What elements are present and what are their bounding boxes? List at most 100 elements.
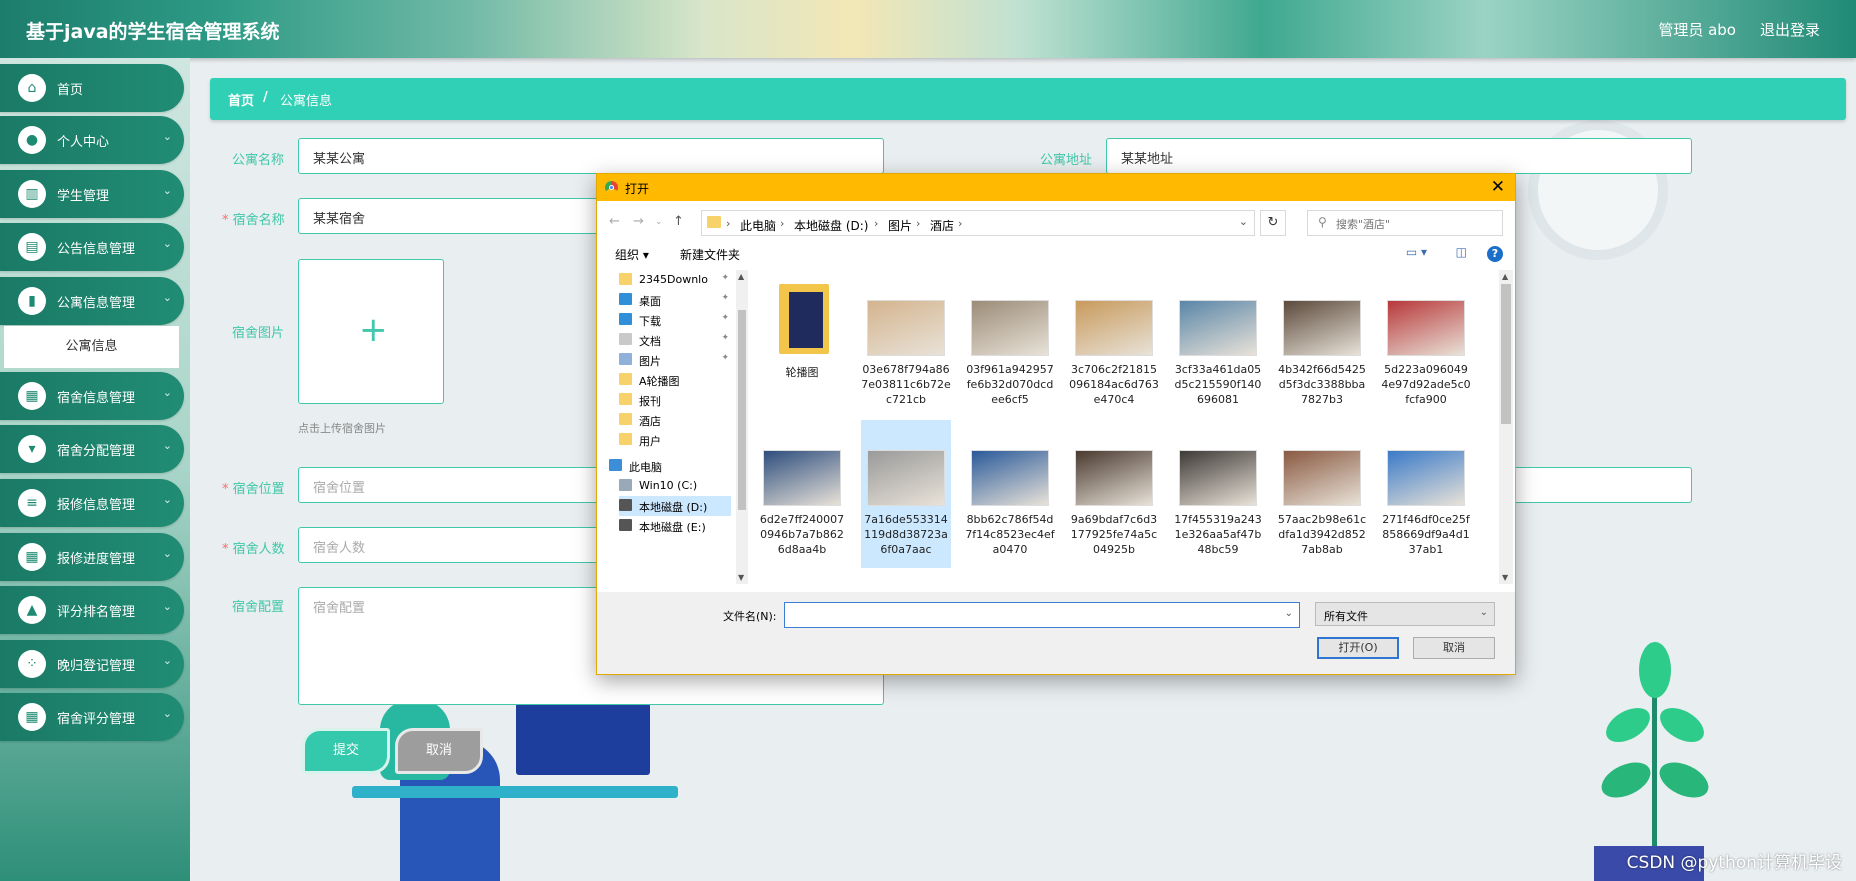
file-type-select[interactable]: 所有文件 ⌄: [1315, 602, 1495, 626]
tree-item-label: 此电脑: [629, 461, 662, 474]
recent-chevron-icon[interactable]: ⌄: [655, 217, 663, 227]
grid-icon: ▦: [18, 382, 46, 410]
tree-item[interactable]: 图片 ✦: [619, 350, 731, 370]
new-folder-button[interactable]: 新建文件夹: [680, 246, 740, 263]
file-name: 3c706c2f21815096184ac6d763e470c4: [1069, 363, 1159, 406]
sidebar-item-0[interactable]: ⌂ 首页: [0, 64, 184, 112]
forward-arrow-icon[interactable]: →: [633, 214, 644, 229]
file-item[interactable]: 4b342f66d5425d5f3dc3388bba7827b3: [1277, 270, 1367, 418]
tree-item[interactable]: A轮播图: [619, 370, 731, 390]
file-item[interactable]: 3c706c2f21815096184ac6d763e470c4: [1069, 270, 1159, 418]
book-icon: ▮: [18, 287, 46, 315]
tree-item[interactable]: 报刊: [619, 390, 731, 410]
sidebar-item-7[interactable]: ≡ 报修信息管理 ⌄: [0, 479, 184, 527]
tree-item[interactable]: 本地磁盘 (D:): [619, 496, 731, 516]
file-item[interactable]: 57aac2b98e61cdfa1d3942d8527ab8ab: [1277, 420, 1367, 568]
folder-item[interactable]: 轮播图: [757, 270, 847, 418]
up-arrow-icon[interactable]: ↑: [673, 214, 684, 229]
apartment-name-input[interactable]: 某某公寓: [298, 138, 884, 174]
apartment-address-input[interactable]: 某某地址: [1106, 138, 1692, 174]
breadcrumb-home[interactable]: 首页: [228, 90, 254, 109]
folder-icon: [619, 313, 632, 325]
tree-item[interactable]: 文档 ✦: [619, 330, 731, 350]
path-hotel[interactable]: 酒店: [930, 217, 954, 234]
sidebar-item-1[interactable]: ● 个人中心 ⌄: [0, 116, 184, 164]
scroll-thumb[interactable]: [1501, 284, 1511, 424]
sidebar-item-6[interactable]: ▾ 宿舍分配管理 ⌄: [0, 425, 184, 473]
filename-input[interactable]: ⌄: [784, 602, 1300, 628]
chevron-down-icon[interactable]: ⌄: [1239, 215, 1248, 228]
folder-name: 轮播图: [785, 366, 819, 379]
scroll-down-icon[interactable]: ▼: [1502, 573, 1508, 582]
chevron-right-icon: ›: [726, 217, 731, 230]
back-arrow-icon[interactable]: ←: [609, 214, 620, 229]
sidebar-item-5[interactable]: ▦ 宿舍信息管理 ⌄: [0, 372, 184, 420]
sidebar-item-10[interactable]: ⁘ 晚归登记管理 ⌄: [0, 640, 184, 688]
address-bar[interactable]: › 此电脑 › 本地磁盘 (D:) › 图片 › 酒店 › ⌄: [701, 210, 1255, 236]
path-drive-d[interactable]: 本地磁盘 (D:): [794, 217, 868, 234]
tree-item[interactable]: 下载 ✦: [619, 310, 731, 330]
dialog-titlebar[interactable]: 打开 ✕: [597, 174, 1515, 201]
path-pictures[interactable]: 图片: [888, 217, 912, 234]
tree-item[interactable]: 用户: [619, 430, 731, 450]
scroll-up-icon[interactable]: ▲: [738, 272, 744, 281]
logout-link[interactable]: 退出登录: [1760, 19, 1820, 40]
thumb-icon: ▲: [18, 596, 46, 624]
search-box[interactable]: ⚲: [1307, 210, 1503, 236]
dorm-image-label: 宿舍图片: [232, 326, 285, 341]
tree-item[interactable]: 2345Downlo ✦: [619, 270, 731, 290]
tree-item[interactable]: 此电脑: [609, 456, 721, 476]
sidebar-item-11[interactable]: ▦ 宿舍评分管理 ⌄: [0, 693, 184, 741]
file-name: 8bb62c786f54d7f14c8523ec4efa0470: [965, 513, 1055, 556]
folder-icon: [619, 499, 632, 511]
file-name: 9a69bdaf7c6d3177925fe74a5c04925b: [1070, 513, 1158, 556]
tree-item[interactable]: Win10 (C:): [619, 476, 731, 496]
folder-icon: [707, 216, 721, 228]
file-item[interactable]: 5d223a0960494e97d92ade5c0fcfa900: [1381, 270, 1471, 418]
scroll-up-icon[interactable]: ▲: [1502, 272, 1508, 281]
file-item[interactable]: 17f455319a2431e326aa5af47b48bc59: [1173, 420, 1263, 568]
close-icon[interactable]: ✕: [1491, 177, 1505, 197]
sidebar-item-3[interactable]: ▤ 公告信息管理 ⌄: [0, 223, 184, 271]
submit-button[interactable]: 提交: [302, 728, 390, 774]
refresh-icon[interactable]: ↻: [1260, 210, 1286, 236]
file-item[interactable]: 271f46df0ce25f858669df9a4d137ab1: [1381, 420, 1471, 568]
preview-pane-icon[interactable]: ◫: [1456, 245, 1467, 259]
folder-icon: [609, 459, 622, 471]
tree-item[interactable]: 桌面 ✦: [619, 290, 731, 310]
sidebar-item-8[interactable]: ▦ 报修进度管理 ⌄: [0, 533, 184, 581]
file-name: 17f455319a2431e326aa5af47b48bc59: [1174, 513, 1262, 556]
file-scrollbar[interactable]: ▲ ▼: [1499, 270, 1513, 584]
image-thumbnail: [867, 450, 945, 506]
search-input[interactable]: [1334, 214, 1498, 234]
sidebar-item-label: 宿舍信息管理: [57, 391, 136, 406]
file-item[interactable]: 8bb62c786f54d7f14c8523ec4efa0470: [965, 420, 1055, 568]
chevron-down-icon: ⌄: [162, 439, 172, 452]
view-options-icon[interactable]: ▭ ▾: [1406, 245, 1427, 259]
file-item[interactable]: 9a69bdaf7c6d3177925fe74a5c04925b: [1069, 420, 1159, 568]
sidebar-item-label: 学生管理: [57, 189, 110, 204]
file-item[interactable]: 03e678f794a867e03811c6b72ec721cb: [861, 270, 951, 418]
file-name: 57aac2b98e61cdfa1d3942d8527ab8ab: [1277, 513, 1367, 556]
sidebar-item-2[interactable]: ▥ 学生管理 ⌄: [0, 170, 184, 218]
dialog-cancel-button[interactable]: 取消: [1413, 637, 1495, 659]
sidebar-item-4[interactable]: ▮ 公寓信息管理 ⌄: [0, 277, 184, 325]
scroll-down-icon[interactable]: ▼: [738, 573, 744, 582]
cancel-button[interactable]: 取消: [395, 728, 483, 774]
organize-menu[interactable]: 组织 ▾: [615, 246, 649, 263]
file-item[interactable]: 6d2e7ff2400070946b7a7b8626d8aa4b: [757, 420, 847, 568]
tree-item[interactable]: 酒店: [619, 410, 731, 430]
file-item[interactable]: 3cf33a461da05d5c215590f140696081: [1173, 270, 1263, 418]
path-this-pc[interactable]: 此电脑: [740, 217, 776, 234]
sidebar-item-9[interactable]: ▲ 评分排名管理 ⌄: [0, 586, 184, 634]
tree-item[interactable]: 本地磁盘 (E:): [619, 516, 731, 536]
dorm-image-upload[interactable]: +: [298, 259, 444, 404]
scroll-thumb[interactable]: [738, 310, 746, 510]
file-item[interactable]: 7a16de553314119d8d38723a6f0a7aac: [861, 420, 951, 568]
file-item[interactable]: 03f961a942957fe6b32d070dcdee6cf5: [965, 270, 1055, 418]
tree-scrollbar[interactable]: ▲ ▼: [736, 270, 748, 584]
open-button[interactable]: 打开(O): [1317, 637, 1399, 659]
sidebar-subitem-apartment-info[interactable]: 公寓信息: [4, 326, 179, 368]
chevron-down-icon[interactable]: ⌄: [1285, 608, 1293, 619]
help-icon[interactable]: ?: [1487, 246, 1503, 262]
